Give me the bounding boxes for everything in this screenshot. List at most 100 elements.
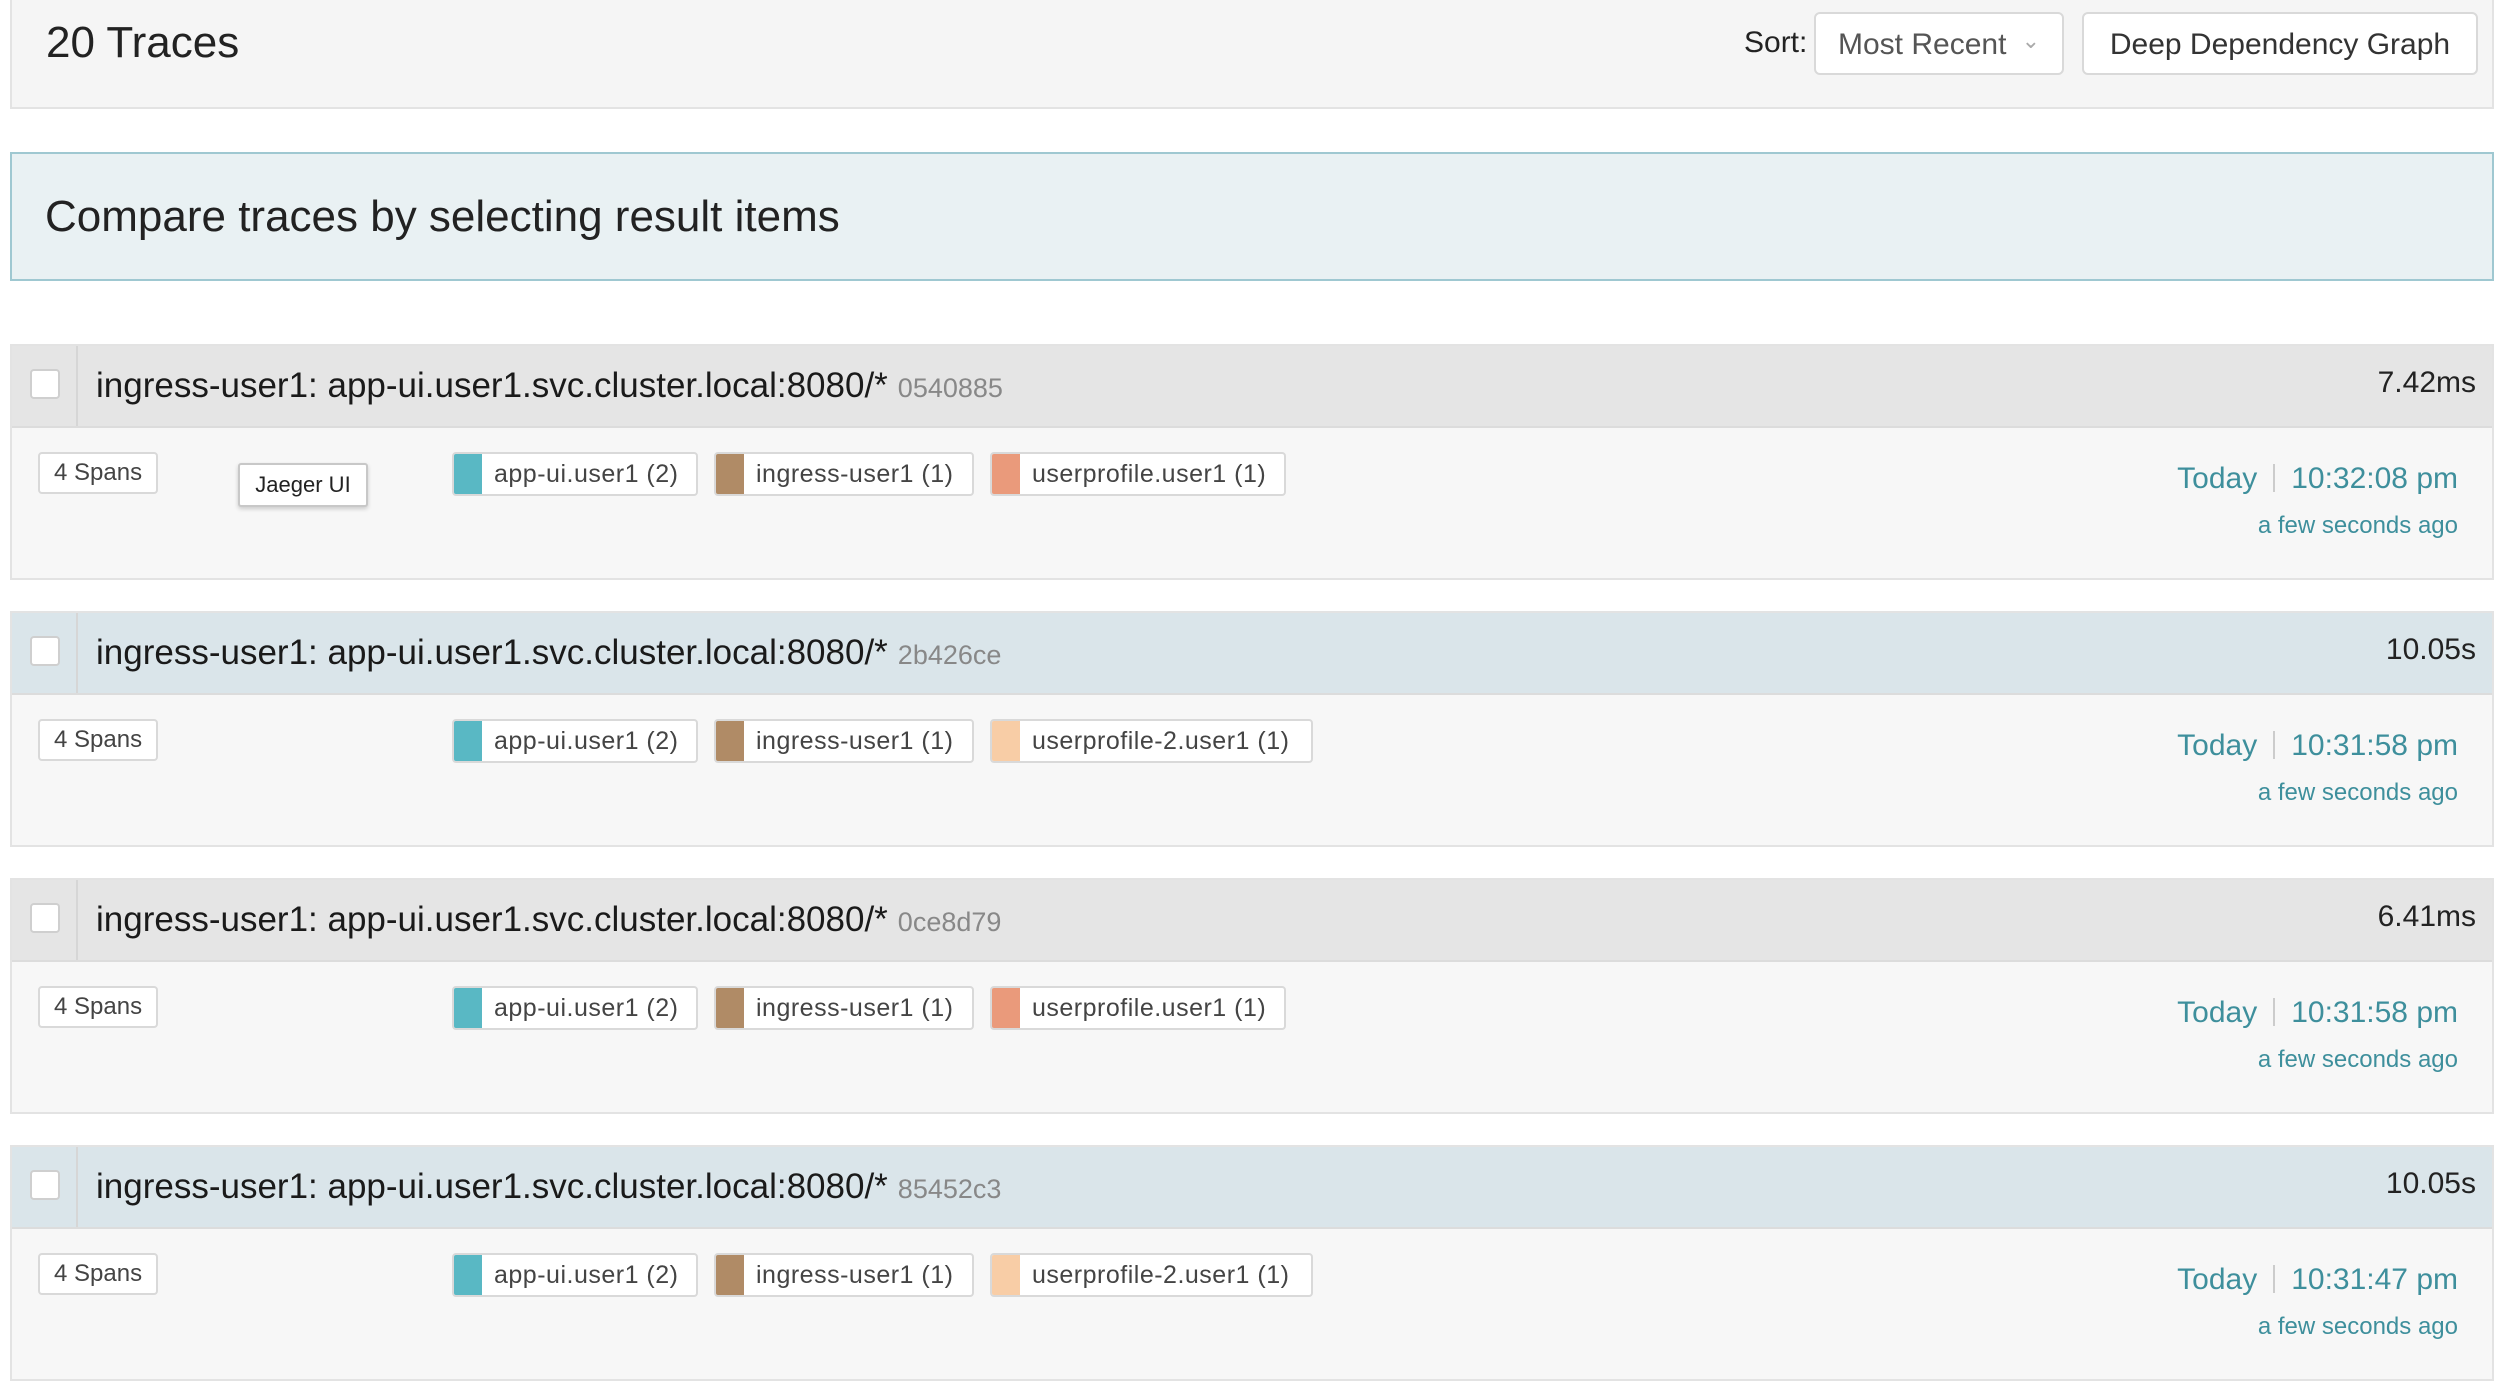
- trace-result-item[interactable]: ingress-user1: app-ui.user1.svc.cluster.…: [10, 611, 2494, 847]
- trace-relative-time: a few seconds ago: [2257, 779, 2458, 806]
- trace-duration: 10.05s: [2385, 633, 2476, 666]
- trace-day: Today: [2177, 729, 2258, 762]
- service-tag-label: app-ui.user1 (2): [494, 994, 679, 1022]
- service-tag-label: ingress-user1 (1): [756, 994, 954, 1022]
- service-tag: app-ui.user1 (2): [452, 1253, 698, 1297]
- service-color-swatch: [454, 1255, 482, 1295]
- time-divider: [2273, 1265, 2276, 1293]
- sort-select-value: Most Recent: [1838, 28, 2007, 61]
- service-tag: userprofile.user1 (1): [990, 986, 1286, 1030]
- trace-day: Today: [2177, 996, 2258, 1029]
- service-tag-label: app-ui.user1 (2): [494, 460, 679, 488]
- trace-duration: 10.05s: [2385, 1167, 2476, 1200]
- trace-header[interactable]: ingress-user1: app-ui.user1.svc.cluster.…: [12, 1147, 2492, 1229]
- tooltip: Jaeger UI: [238, 463, 368, 507]
- trace-header[interactable]: ingress-user1: app-ui.user1.svc.cluster.…: [12, 613, 2492, 695]
- chevron-down-icon: ⌄: [2021, 28, 2040, 53]
- trace-select-cell: [12, 613, 78, 693]
- service-tag: ingress-user1 (1): [714, 1253, 974, 1297]
- trace-select-checkbox[interactable]: [30, 1170, 60, 1200]
- trace-time: 10:31:47 pm: [2291, 1263, 2458, 1296]
- compare-banner: Compare traces by selecting result items: [10, 152, 2494, 281]
- trace-title[interactable]: ingress-user1: app-ui.user1.svc.cluster.…: [96, 633, 1001, 673]
- trace-relative-time: a few seconds ago: [2257, 512, 2458, 539]
- trace-title[interactable]: ingress-user1: app-ui.user1.svc.cluster.…: [96, 1167, 1001, 1207]
- trace-result-item[interactable]: ingress-user1: app-ui.user1.svc.cluster.…: [10, 1145, 2494, 1381]
- service-tag: userprofile-2.user1 (1): [990, 719, 1313, 763]
- trace-select-checkbox[interactable]: [30, 636, 60, 666]
- sort-select[interactable]: Most Recent ⌄: [1814, 12, 2064, 75]
- service-tag: ingress-user1 (1): [714, 719, 974, 763]
- service-color-swatch: [454, 988, 482, 1028]
- service-color-swatch: [454, 721, 482, 761]
- service-tag: app-ui.user1 (2): [452, 452, 698, 496]
- trace-result-item[interactable]: ingress-user1: app-ui.user1.svc.cluster.…: [10, 878, 2494, 1114]
- service-tag-label: ingress-user1 (1): [756, 1261, 954, 1289]
- time-divider: [2273, 731, 2276, 759]
- trace-title-text: ingress-user1: app-ui.user1.svc.cluster.…: [96, 633, 888, 672]
- trace-title-text: ingress-user1: app-ui.user1.svc.cluster.…: [96, 900, 888, 939]
- service-color-swatch: [454, 454, 482, 494]
- span-count-tag: 4 Spans: [38, 719, 159, 761]
- time-divider: [2273, 464, 2276, 492]
- service-color-swatch: [716, 1255, 744, 1295]
- time-divider: [2273, 998, 2276, 1026]
- trace-id: 2b426ce: [897, 640, 1002, 670]
- span-count-tag: 4 Spans: [38, 1253, 159, 1295]
- trace-duration: 6.41ms: [2377, 900, 2476, 933]
- trace-relative-time: a few seconds ago: [2257, 1313, 2458, 1340]
- trace-relative-time: a few seconds ago: [2257, 1046, 2458, 1073]
- trace-start-time: Today 10:31:58 pm: [2177, 729, 2458, 763]
- trace-result-item[interactable]: ingress-user1: app-ui.user1.svc.cluster.…: [10, 344, 2494, 580]
- trace-select-checkbox[interactable]: [30, 903, 60, 933]
- trace-id: 0ce8d79: [897, 907, 1002, 937]
- trace-id: 0540885: [897, 373, 1003, 403]
- service-tag-label: app-ui.user1 (2): [494, 1261, 679, 1289]
- trace-select-cell: [12, 1147, 78, 1227]
- service-color-swatch: [992, 1255, 1020, 1295]
- service-tag-label: userprofile-2.user1 (1): [1032, 727, 1290, 755]
- trace-select-checkbox[interactable]: [30, 369, 60, 399]
- span-count-tag: 4 Spans: [38, 986, 159, 1028]
- traces-count-title: 20 Traces: [46, 18, 240, 67]
- service-color-swatch: [992, 988, 1020, 1028]
- trace-duration: 7.42ms: [2377, 366, 2476, 399]
- trace-select-cell: [12, 346, 78, 426]
- trace-time: 10:31:58 pm: [2291, 729, 2458, 762]
- trace-time: 10:31:58 pm: [2291, 996, 2458, 1029]
- service-tag-label: app-ui.user1 (2): [494, 727, 679, 755]
- trace-time: 10:32:08 pm: [2291, 462, 2458, 495]
- results-header: 20 Traces Sort: Most Recent ⌄ Deep Depen…: [10, 0, 2494, 109]
- service-tag: userprofile.user1 (1): [990, 452, 1286, 496]
- compare-banner-text: Compare traces by selecting result items: [45, 192, 840, 241]
- deep-dependency-graph-button[interactable]: Deep Dependency Graph: [2082, 12, 2478, 75]
- trace-title-text: ingress-user1: app-ui.user1.svc.cluster.…: [96, 1167, 888, 1206]
- span-count-tag: 4 Spans: [38, 452, 159, 494]
- service-tag: app-ui.user1 (2): [452, 719, 698, 763]
- trace-select-cell: [12, 880, 78, 960]
- service-tag: ingress-user1 (1): [714, 986, 974, 1030]
- trace-day: Today: [2177, 462, 2258, 495]
- service-tag-label: userprofile.user1 (1): [1032, 460, 1267, 488]
- service-color-swatch: [716, 454, 744, 494]
- trace-start-time: Today 10:31:58 pm: [2177, 996, 2458, 1030]
- trace-day: Today: [2177, 1263, 2258, 1296]
- trace-title[interactable]: ingress-user1: app-ui.user1.svc.cluster.…: [96, 366, 1003, 406]
- service-tag-label: ingress-user1 (1): [756, 727, 954, 755]
- trace-header[interactable]: ingress-user1: app-ui.user1.svc.cluster.…: [12, 346, 2492, 428]
- service-color-swatch: [716, 721, 744, 761]
- trace-start-time: Today 10:31:47 pm: [2177, 1263, 2458, 1297]
- service-tag: userprofile-2.user1 (1): [990, 1253, 1313, 1297]
- service-tag: ingress-user1 (1): [714, 452, 974, 496]
- service-color-swatch: [992, 721, 1020, 761]
- service-tag-label: ingress-user1 (1): [756, 460, 954, 488]
- service-tag: app-ui.user1 (2): [452, 986, 698, 1030]
- trace-start-time: Today 10:32:08 pm: [2177, 462, 2458, 496]
- trace-title-text: ingress-user1: app-ui.user1.svc.cluster.…: [96, 366, 888, 405]
- service-tag-label: userprofile-2.user1 (1): [1032, 1261, 1290, 1289]
- trace-header[interactable]: ingress-user1: app-ui.user1.svc.cluster.…: [12, 880, 2492, 962]
- service-color-swatch: [992, 454, 1020, 494]
- sort-label: Sort:: [1744, 26, 1808, 59]
- trace-title[interactable]: ingress-user1: app-ui.user1.svc.cluster.…: [96, 900, 1001, 940]
- service-tag-label: userprofile.user1 (1): [1032, 994, 1267, 1022]
